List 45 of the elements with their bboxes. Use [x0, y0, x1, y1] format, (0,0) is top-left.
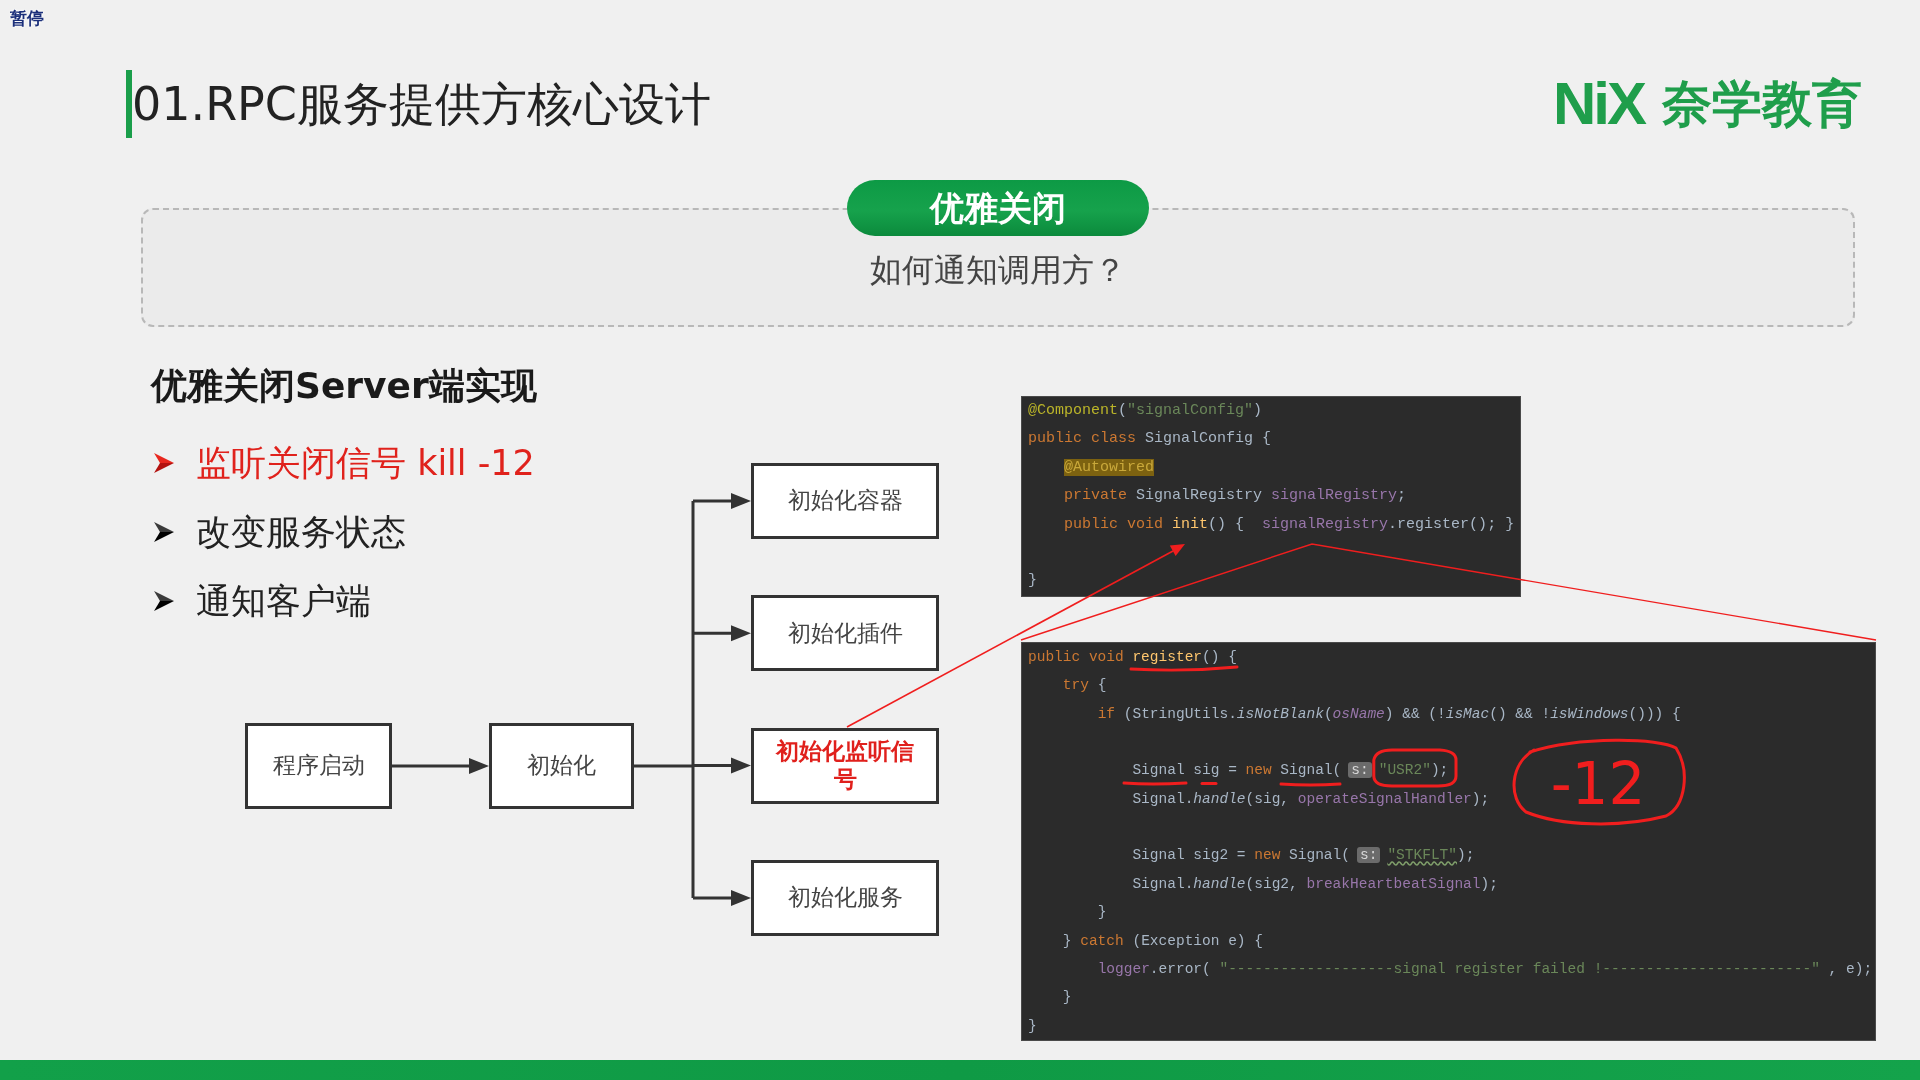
flow-node: 初始化	[489, 723, 634, 809]
code-line: Signal.handle(sig, operateSignalHandler);	[1131, 789, 1490, 809]
bullet-text: 监听关闭信号 kill -12	[196, 441, 535, 485]
code-line: logger.error( "-------------------signal register failed !------------------------" , e);	[1096, 960, 1873, 979]
bullet-text: 通知客户端	[196, 579, 371, 623]
code-line: }	[1096, 903, 1107, 922]
code-line: public class SignalConfig {	[1028, 430, 1272, 449]
flow-node: 初始化插件	[751, 595, 939, 672]
connector-arrow	[693, 493, 751, 509]
code-line: }	[1028, 572, 1037, 591]
arrowhead-bullet-icon	[153, 451, 175, 474]
connector-arrow	[693, 757, 751, 774]
logo-mark: NiX	[1552, 71, 1644, 137]
connector-arrow	[693, 625, 751, 642]
handwritten-note: -12	[1550, 750, 1646, 818]
player-status-label: 暂停	[10, 8, 44, 29]
slide-title: 01.RPC服务提供方核心设计	[132, 78, 711, 130]
topic-tag: 优雅关闭	[847, 180, 1149, 236]
code-line: private SignalRegistry signalRegistry;	[1063, 487, 1407, 506]
title-accent-bar	[126, 70, 132, 138]
code-line: Signal.handle(sig2, breakHeartbeatSignal);	[1131, 874, 1498, 894]
flow-node: 初始化服务	[751, 859, 939, 936]
logo-name: 奈学教育	[1662, 76, 1862, 132]
code-line: Signal sig2 = new Signal( s: "STKFLT");	[1131, 846, 1475, 865]
code-line: }	[1028, 1016, 1037, 1036]
arrowhead-bullet-icon	[153, 520, 175, 543]
underline-mark	[1122, 781, 1188, 786]
connector-arrow	[693, 889, 751, 906]
underline-mark	[1200, 782, 1218, 785]
code-line: public void init() { signalRegistry.register(); }	[1063, 515, 1515, 534]
arrowhead-bullet-icon	[153, 589, 175, 612]
banner-question: 如何通知调用方？	[870, 250, 1126, 290]
bullet-text: 改变服务状态	[196, 510, 406, 554]
code-line: } catch (Exception e) {	[1061, 931, 1263, 951]
flow-node: 程序启动	[245, 723, 392, 809]
flow-node: 初始化监听信号	[751, 727, 939, 804]
code-line: Signal sig = new Signal( s: "USR2");	[1131, 761, 1449, 780]
code-line: }	[1061, 988, 1072, 1007]
code-line: @Component("signalConfig")	[1028, 402, 1263, 421]
code-line: if (StringUtils.isNotBlank(osName) && (!isMac() && !isWindows())) {	[1096, 704, 1681, 723]
flow-node: 初始化容器	[751, 463, 939, 539]
code-line: try {	[1061, 676, 1107, 695]
code-line: public void register() {	[1028, 647, 1237, 667]
underline-mark	[1279, 782, 1342, 787]
section-heading: 优雅关闭Server端实现	[151, 364, 537, 408]
